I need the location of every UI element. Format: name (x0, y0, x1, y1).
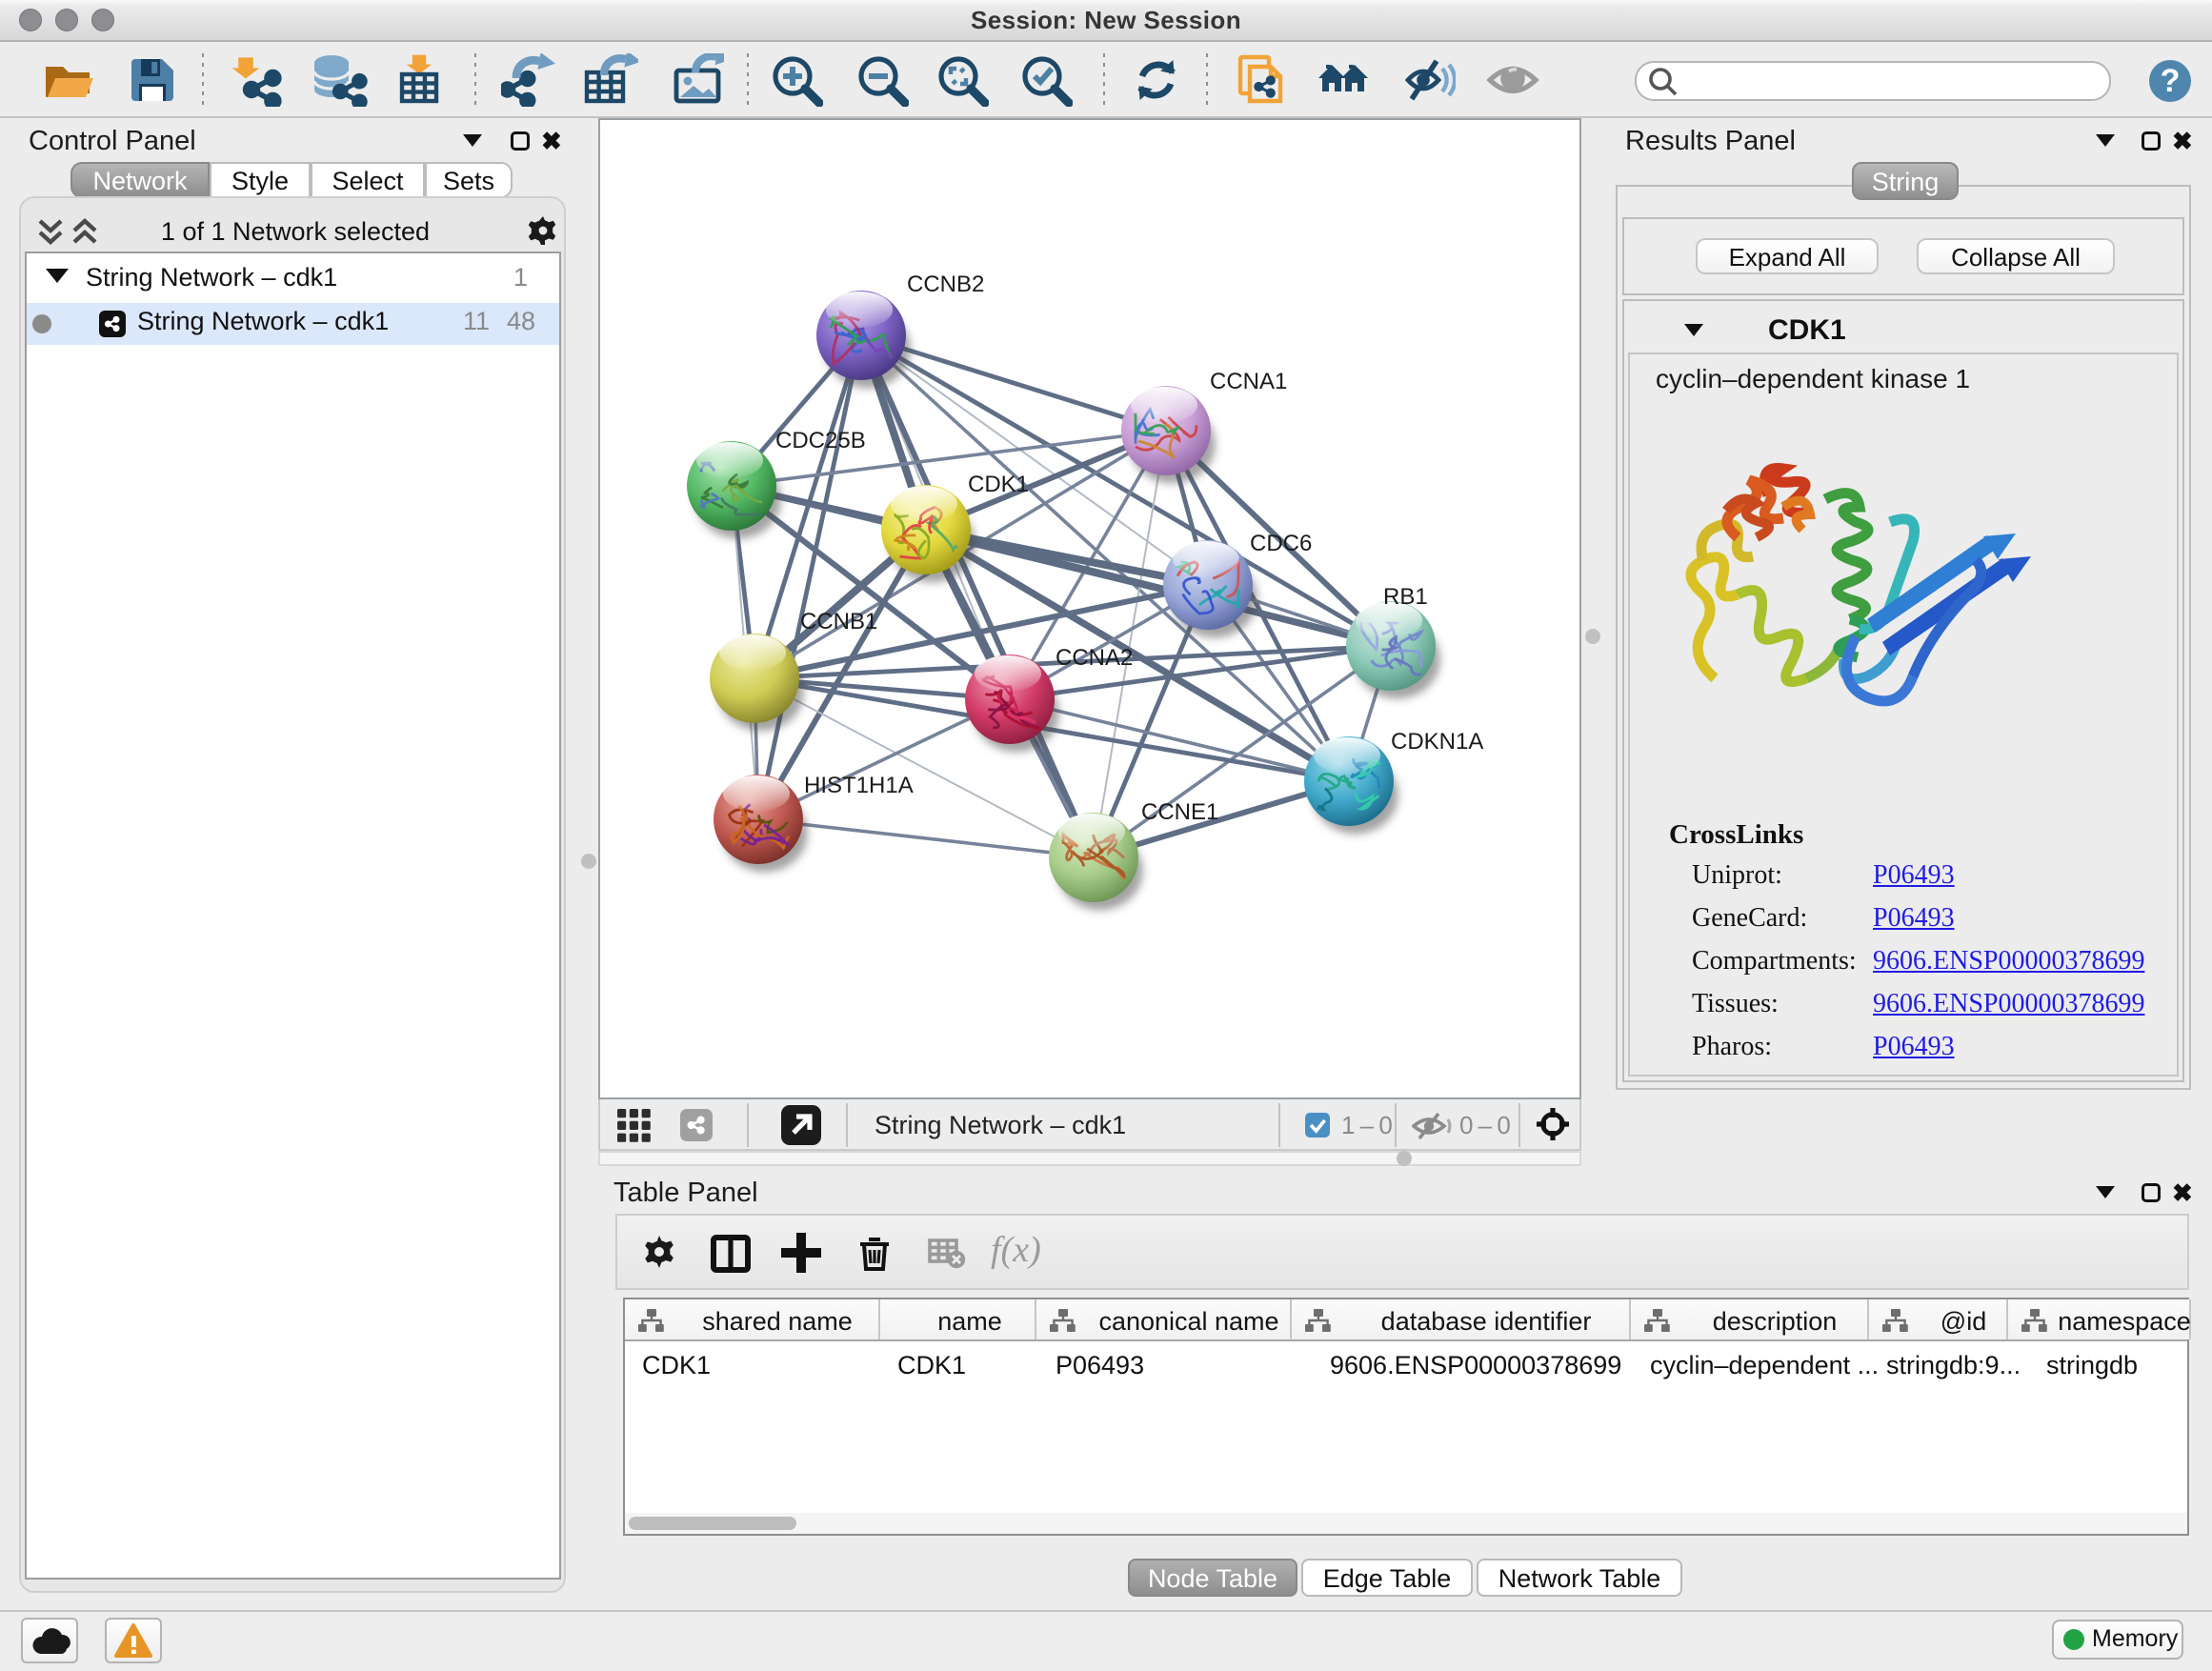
svg-text:CDK1: CDK1 (968, 472, 1029, 497)
svg-text:CCNB1: CCNB1 (800, 609, 877, 634)
svg-text:CDC25B: CDC25B (775, 428, 866, 453)
svg-text:CCNE1: CCNE1 (1141, 799, 1218, 825)
svg-text:CCNA2: CCNA2 (1056, 645, 1133, 671)
svg-text:CDC6: CDC6 (1250, 531, 1312, 556)
svg-text:RB1: RB1 (1383, 584, 1428, 610)
svg-text:CCNA1: CCNA1 (1210, 369, 1287, 394)
svg-text:HIST1H1A: HIST1H1A (804, 773, 914, 798)
svg-text:CCNB2: CCNB2 (907, 272, 984, 297)
svg-text:CDKN1A: CDKN1A (1391, 729, 1483, 755)
svg-text:?: ? (2161, 63, 2181, 99)
